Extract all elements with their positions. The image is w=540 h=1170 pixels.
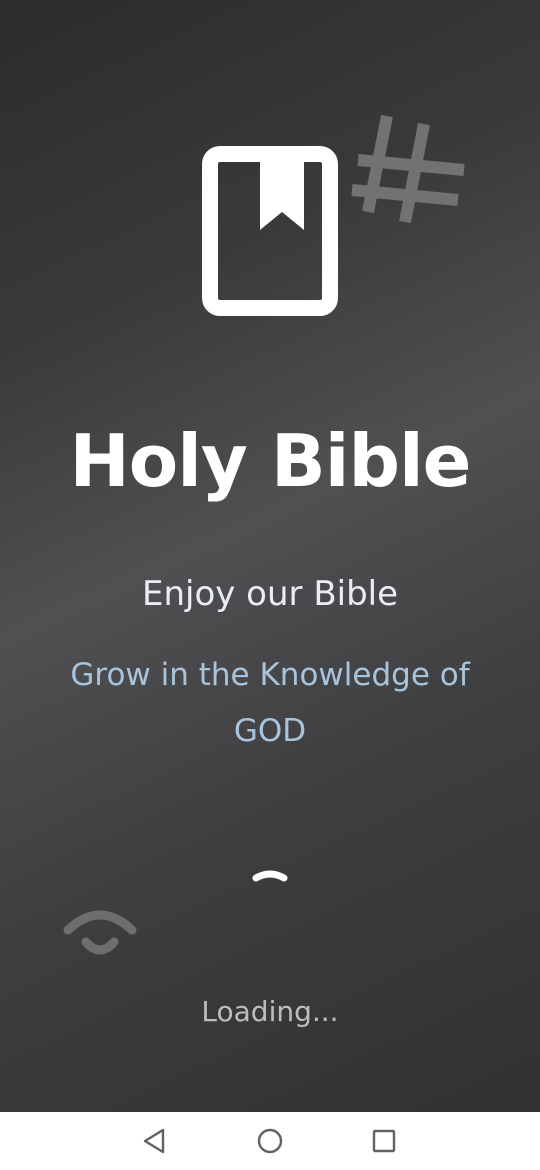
hash-icon xyxy=(351,114,465,224)
decorative-spinner-icon xyxy=(63,910,137,955)
back-icon[interactable] xyxy=(134,1121,174,1161)
loading-label: Loading... xyxy=(201,995,339,1028)
app-subtitle: Enjoy our Bible xyxy=(141,574,399,614)
book-bookmark-icon xyxy=(202,146,338,316)
splash-screen: Holy Bible Enjoy our Bible Grow in the K… xyxy=(0,0,540,1170)
app-tagline: Grow in the Knowledge of GOD xyxy=(70,657,470,749)
system-navigation-bar xyxy=(0,1112,540,1170)
loading-spinner-icon xyxy=(252,870,288,882)
recent-apps-icon[interactable] xyxy=(364,1121,404,1161)
splash-content: Holy Bible Enjoy our Bible Grow in the K… xyxy=(0,0,540,1112)
app-title: Holy Bible xyxy=(69,419,471,503)
home-icon[interactable] xyxy=(250,1121,290,1161)
